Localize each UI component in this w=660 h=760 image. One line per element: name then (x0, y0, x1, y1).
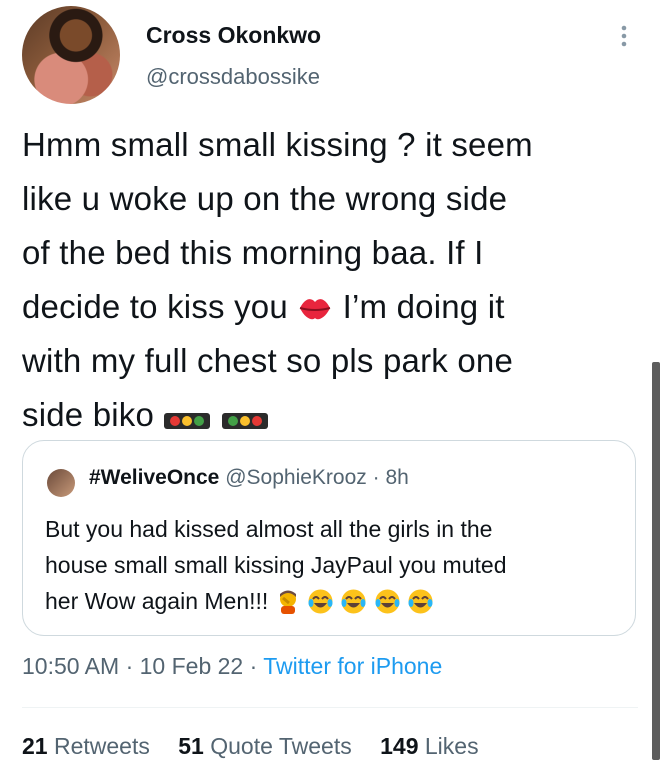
tweet-metadata: 10:50 AM · 10 Feb 22 · Twitter for iPhon… (22, 653, 442, 680)
tweet-line: like u woke up on the wrong side (22, 180, 508, 217)
traffic-light-emoji (221, 413, 268, 429)
quoted-author-handle: @SophieKrooz (225, 466, 367, 489)
tweet-line: decide to kiss you I’m doing it (22, 280, 642, 334)
tweet-text-segment: side biko (22, 396, 164, 433)
tears-of-joy-emoji (408, 589, 433, 614)
tweet-line: of the bed this morning baa. If I (22, 234, 484, 271)
tweet-text-segment: I’m doing it (342, 288, 505, 325)
quoted-line: house small small kissing JayPaul you mu… (45, 552, 507, 578)
dot-separator: · (243, 653, 264, 679)
retweets-stat[interactable]: 21 Retweets (22, 733, 150, 759)
author-handle[interactable]: @crossdabossike (146, 64, 320, 90)
more-vertical-icon[interactable] (610, 22, 638, 50)
quoted-tweet-header: #WeliveOnce @SophieKrooz · 8h (89, 466, 409, 490)
quoted-text-segment: her Wow again Men!!! (45, 588, 269, 614)
tweet-text-segment: decide to kiss you (22, 288, 298, 325)
kiss-mark-emoji (300, 299, 331, 320)
retweets-label: Retweets (47, 733, 150, 759)
tweet-body: Hmm small small kissing ? it seem like u… (22, 118, 642, 442)
facepalm-emoji (279, 590, 296, 614)
divider (22, 707, 638, 708)
tweet-date[interactable]: 10 Feb 22 (140, 653, 244, 679)
tweet-stats: 21 Retweets 51 Quote Tweets 149 Likes (22, 733, 501, 760)
quoted-author-avatar (47, 469, 75, 497)
quote-tweets-label: Quote Tweets (203, 733, 352, 759)
author-name[interactable]: Cross Okonkwo (146, 22, 321, 49)
tears-of-joy-emoji (341, 589, 366, 614)
tears-of-joy-emoji (375, 589, 400, 614)
quoted-line: her Wow again Men!!! (45, 583, 615, 619)
traffic-light-emoji (164, 413, 211, 429)
scrollbar[interactable] (652, 362, 660, 760)
likes-label: Likes (418, 733, 479, 759)
quoted-author-name: #WeliveOnce (89, 466, 220, 489)
tweet-header: Cross Okonkwo @crossdabossike (0, 0, 660, 110)
author-avatar[interactable] (22, 6, 120, 104)
dot-separator: · (119, 653, 140, 679)
quoted-tweet-time: 8h (385, 466, 409, 489)
likes-count: 149 (380, 733, 419, 759)
tears-of-joy-emoji (308, 589, 333, 614)
quoted-line: But you had kissed almost all the girls … (45, 516, 493, 542)
quoted-tweet[interactable]: #WeliveOnce @SophieKrooz · 8h But you ha… (22, 440, 636, 636)
tweet-line: with my full chest so pls park one (22, 342, 514, 379)
quoted-tweet-body: But you had kissed almost all the girls … (45, 511, 615, 619)
tweet-time[interactable]: 10:50 AM (22, 653, 119, 679)
quote-tweets-count: 51 (178, 733, 204, 759)
tweet-line: Hmm small small kissing ? it seem (22, 126, 533, 163)
tweet-line: side biko (22, 388, 642, 442)
tweet-source-link[interactable]: Twitter for iPhone (263, 653, 442, 679)
retweets-count: 21 (22, 733, 48, 759)
dot-separator: · (366, 466, 386, 489)
quote-tweets-stat[interactable]: 51 Quote Tweets (178, 733, 351, 759)
likes-stat[interactable]: 149 Likes (380, 733, 478, 759)
